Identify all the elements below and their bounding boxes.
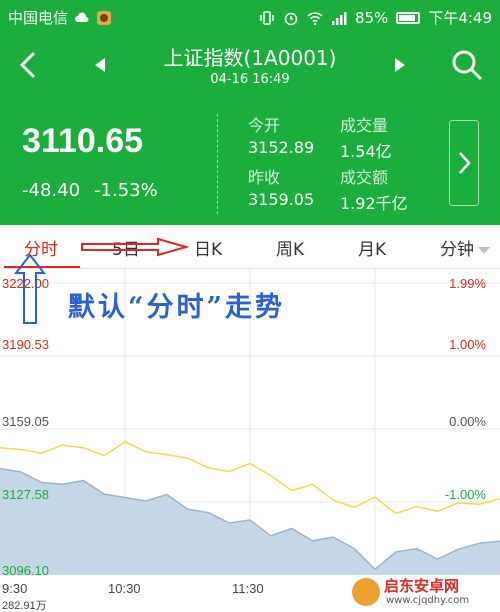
y-tick-right: 1.00%: [449, 337, 486, 352]
back-icon[interactable]: [14, 48, 44, 82]
volume-label: 成交量: [340, 116, 389, 135]
y-tick-right: 0.00%: [449, 414, 486, 429]
vibrate-icon: [260, 10, 274, 25]
y-tick-left: 3096.10: [2, 563, 49, 578]
price-change: -48.40 -1.53%: [22, 180, 158, 201]
y-tick-left: 3127.58: [2, 487, 49, 502]
page-title: 上证指数(1A0001): [163, 46, 337, 70]
change-value: -48.40: [22, 180, 81, 201]
tab-weekly-k[interactable]: 周K: [276, 235, 304, 260]
tab-minute[interactable]: 分钟: [440, 235, 490, 260]
previous-stock-icon[interactable]: [94, 58, 106, 72]
next-stock-icon[interactable]: [394, 58, 406, 72]
tab-minute-label: 分钟: [440, 240, 474, 260]
x-tick: 9:30: [2, 581, 28, 596]
alarm-icon: [284, 12, 298, 25]
chart-period-tabs: 分时 5日 日K 周K 月K 分钟: [0, 225, 500, 269]
volume-scale-label: 282.91万: [2, 600, 47, 612]
y-tick-right: 1.99%: [449, 276, 486, 291]
open-value: 3152.89: [248, 138, 315, 157]
prev-close-label: 昨收: [248, 168, 281, 187]
quote-panel: 3110.65 -48.40 -1.53% 今开 3152.89 昨收 3159…: [0, 98, 500, 225]
signal-icon: [331, 11, 347, 25]
intraday-chart: 3222.00 3190.53 3159.05 3127.58 3096.10 …: [0, 253, 500, 612]
y-tick-left: 3190.53: [2, 337, 49, 352]
cloud-icon: [75, 11, 89, 22]
change-percent: -1.53%: [94, 180, 158, 201]
chevron-right-icon: [459, 152, 471, 174]
clock: 下午4:49: [428, 9, 492, 27]
search-icon[interactable]: [450, 48, 484, 82]
blue-arrow-annotation: [14, 253, 46, 324]
app-notification-icon: [97, 10, 112, 25]
watermark-logo-icon: [352, 578, 380, 606]
tab-daily-k[interactable]: 日K: [194, 235, 222, 260]
carrier-label: 中国电信: [8, 9, 69, 27]
header: 上证指数(1A0001) 04-16 16:49: [0, 34, 500, 98]
watermark: 启东安卓网 www.cjqdhy.com: [352, 575, 500, 611]
x-tick: 11:30: [232, 581, 264, 596]
battery-percent: 85%: [354, 8, 389, 27]
tab-monthly-k[interactable]: 月K: [358, 235, 386, 260]
red-arrow-annotation: [81, 237, 190, 257]
battery-icon: [396, 11, 421, 24]
current-price: 3110.65: [22, 122, 144, 160]
open-label: 今开: [248, 116, 281, 135]
more-details-button[interactable]: [449, 120, 479, 206]
amount-value: 1.92千亿: [340, 194, 408, 213]
quote-time: 04-16 16:49: [210, 72, 290, 87]
prev-close-value: 3159.05: [248, 190, 315, 209]
annotation-text: 默认“分时”走势: [68, 292, 286, 323]
dropdown-arrow-icon: [478, 246, 490, 254]
divider: [217, 114, 218, 214]
volume-value: 1.54亿: [340, 142, 392, 161]
amount-label: 成交额: [340, 168, 389, 187]
y-tick-right: -1.00%: [444, 487, 486, 502]
y-tick-left: 3159.05: [2, 414, 49, 429]
status-bar: 中国电信 85% 下午4:49: [0, 0, 500, 34]
x-tick: 10:30: [108, 581, 141, 596]
wifi-icon: [307, 11, 323, 25]
